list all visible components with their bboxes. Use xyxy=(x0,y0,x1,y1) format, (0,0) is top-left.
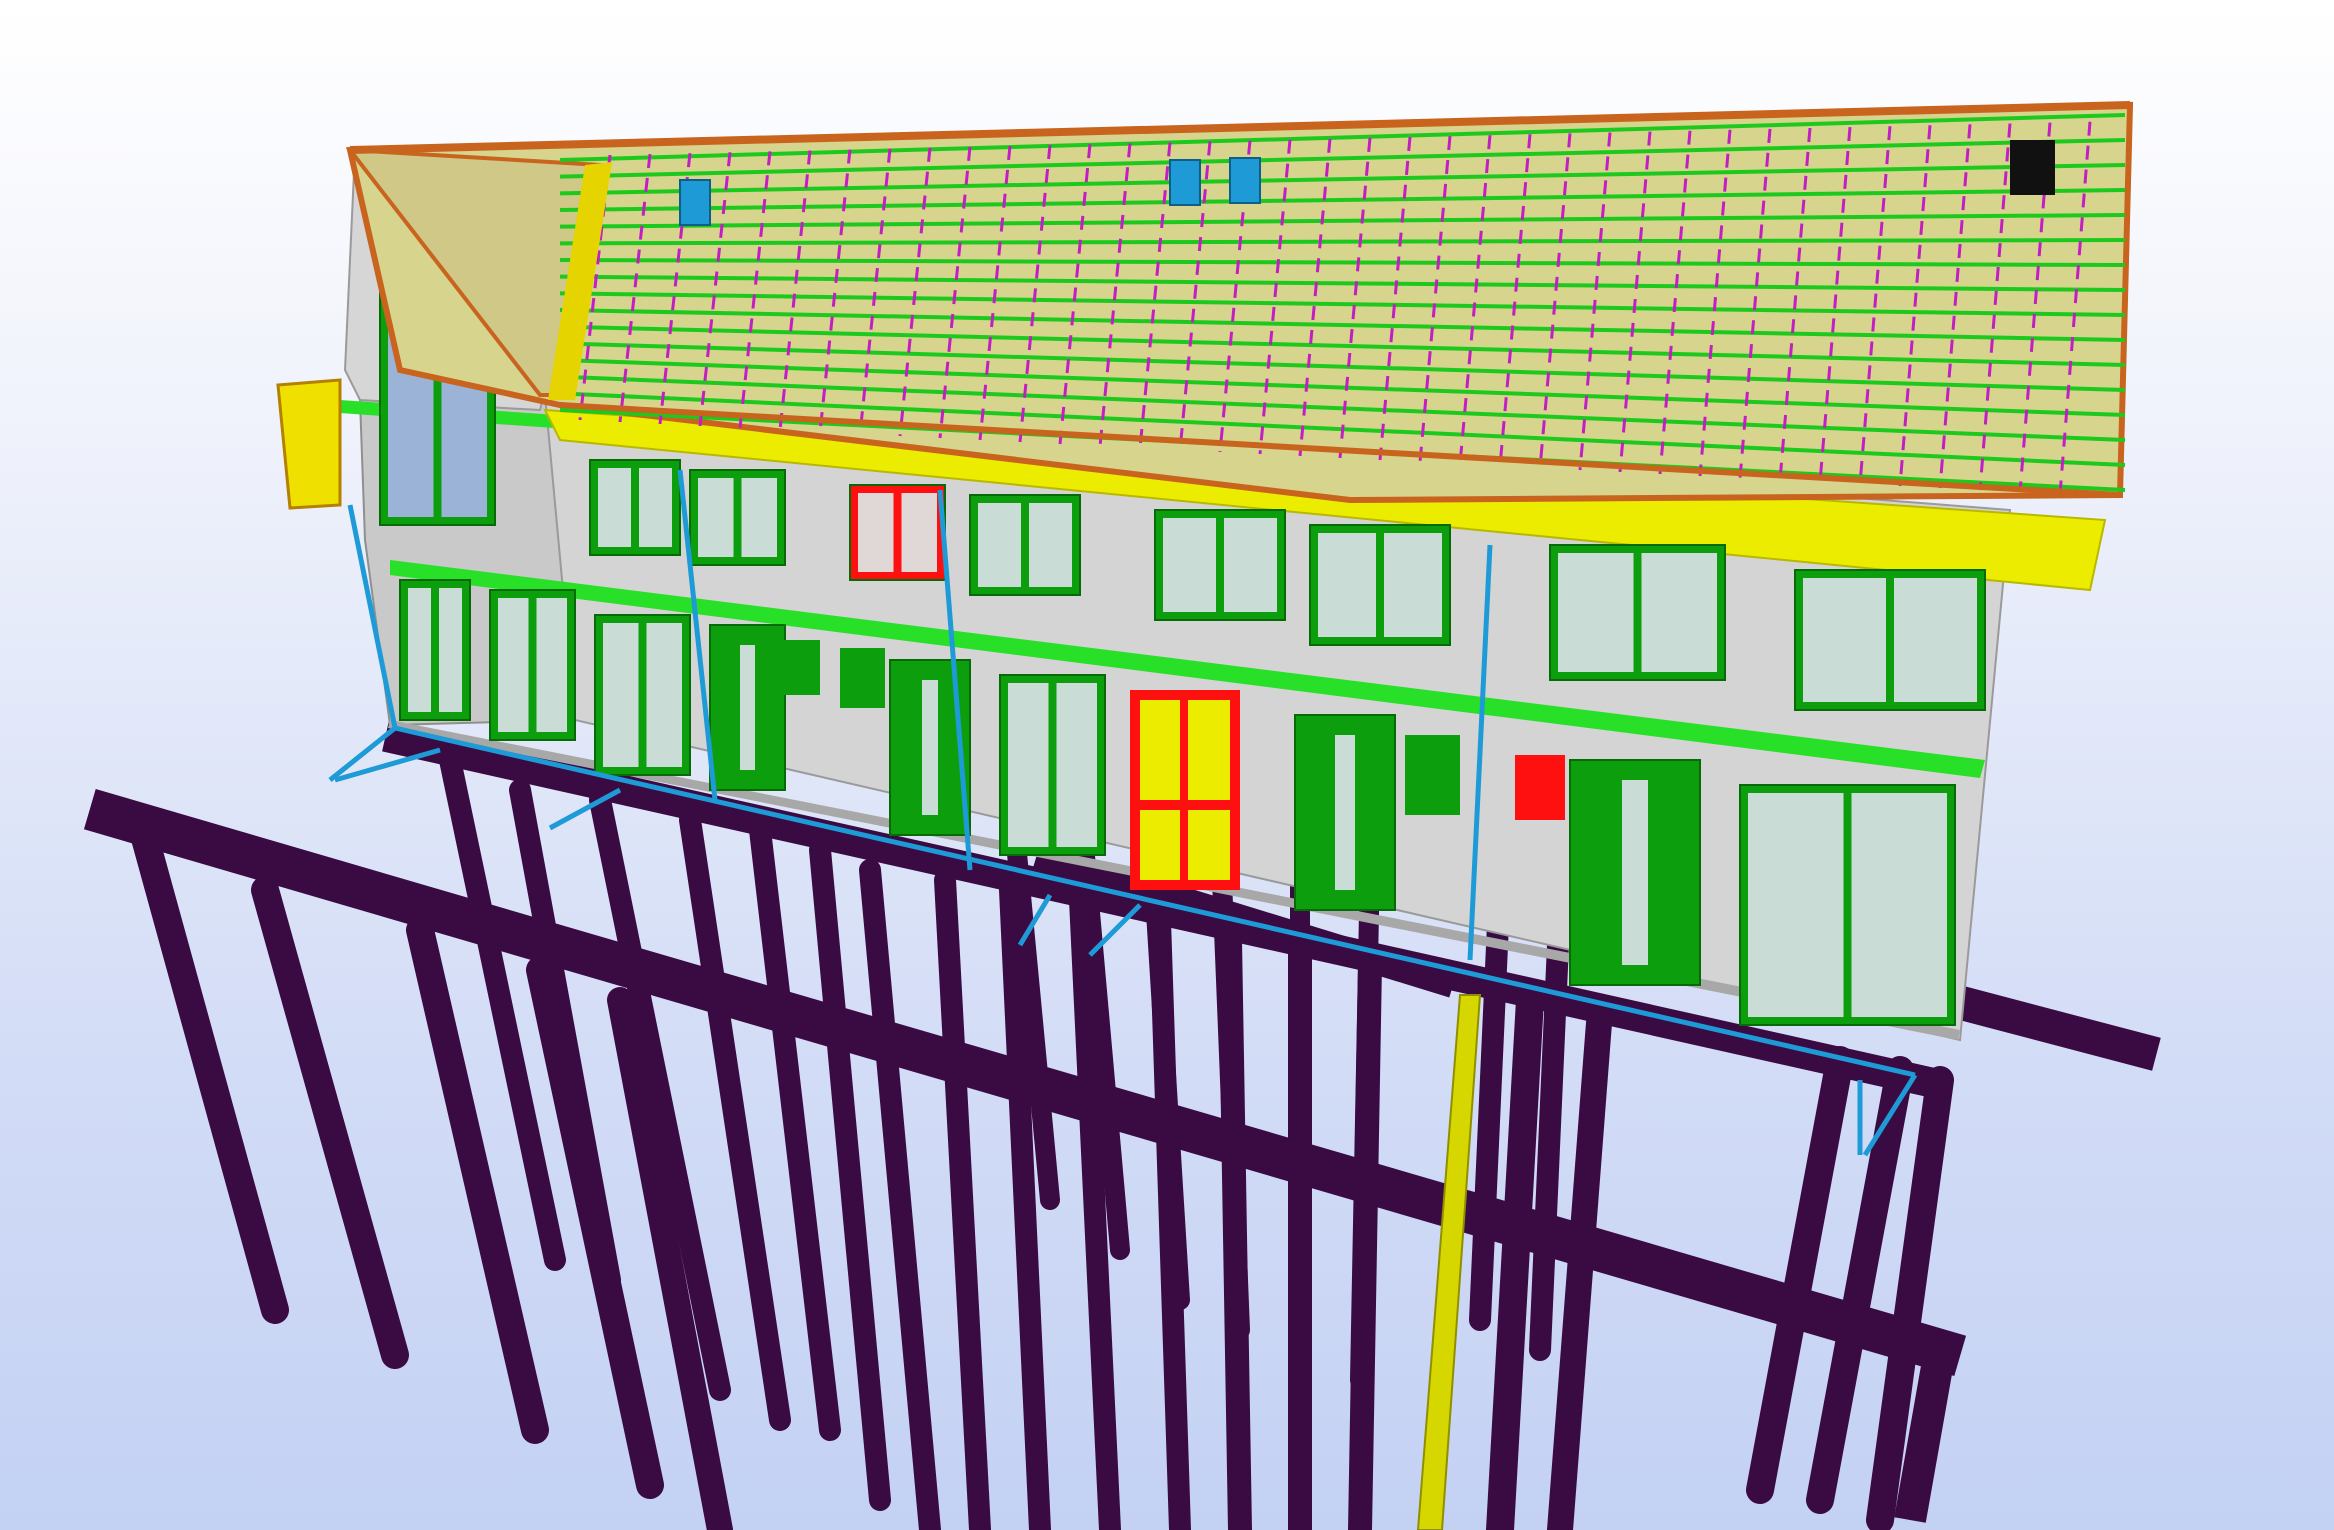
entry-door-panel xyxy=(1188,810,1230,880)
upper-window[interactable] xyxy=(1549,544,1726,681)
ground-door[interactable] xyxy=(1294,714,1396,911)
vent-icon[interactable] xyxy=(1169,159,1201,206)
entry-door-panel xyxy=(1140,700,1180,800)
window-glass xyxy=(603,623,639,767)
foundation-pile[interactable] xyxy=(406,916,549,1444)
foundation-pile[interactable] xyxy=(1529,889,1571,1361)
ground-window[interactable] xyxy=(999,674,1106,856)
window-glass xyxy=(1008,683,1049,847)
small-window[interactable] xyxy=(780,640,820,695)
window-glass xyxy=(598,468,631,547)
window-glass xyxy=(408,588,431,712)
upper-window[interactable] xyxy=(689,469,786,566)
upper-window[interactable] xyxy=(969,494,1081,596)
vent-icon[interactable] xyxy=(1229,157,1261,204)
foundation-pile[interactable] xyxy=(1894,1347,1956,1523)
foundation-pile[interactable] xyxy=(1486,986,1544,1530)
roof-hatch-icon[interactable] xyxy=(2010,140,2055,195)
highlighted-small-window[interactable] xyxy=(1515,755,1565,820)
entry-door-panel xyxy=(1140,810,1180,880)
window-glass xyxy=(1224,518,1277,612)
upper-window[interactable] xyxy=(589,459,681,556)
foundation-beam[interactable] xyxy=(1929,979,2161,1071)
window-glass xyxy=(1056,683,1097,847)
window-glass xyxy=(1748,793,1844,1017)
foundation-pile[interactable] xyxy=(251,876,409,1369)
gable-lower-window[interactable] xyxy=(399,579,471,721)
small-window[interactable] xyxy=(1405,735,1460,815)
ground-window[interactable] xyxy=(594,614,691,776)
gas-riser-pipe[interactable] xyxy=(1416,994,1482,1530)
window-glass xyxy=(1894,578,1977,702)
window-glass xyxy=(536,598,567,732)
highlighted-entry-door[interactable] xyxy=(1130,690,1240,890)
entry-door-panel xyxy=(1188,700,1230,800)
ground-door[interactable] xyxy=(709,624,786,791)
small-window[interactable] xyxy=(840,648,885,708)
door-glass xyxy=(922,680,938,815)
door-glass xyxy=(740,645,755,770)
window-glass xyxy=(858,493,894,572)
upper-window[interactable] xyxy=(1154,509,1286,621)
gable-overhang-box[interactable] xyxy=(276,378,342,510)
gable-lower-window[interactable] xyxy=(489,589,576,741)
window-glass xyxy=(741,478,777,557)
3d-model-viewport[interactable] xyxy=(0,0,2334,1530)
upper-window[interactable] xyxy=(1794,569,1986,711)
window-glass xyxy=(439,588,462,712)
window-glass xyxy=(1851,793,1947,1017)
ground-window[interactable] xyxy=(1739,784,1956,1026)
window-glass xyxy=(1163,518,1216,612)
window-glass xyxy=(978,503,1021,587)
foundation-pile[interactable] xyxy=(1350,850,1380,1390)
window-glass xyxy=(1029,503,1072,587)
window-glass xyxy=(1641,553,1717,672)
window-glass xyxy=(498,598,529,732)
window-glass xyxy=(646,623,682,767)
door-glass xyxy=(1622,780,1648,965)
window-glass xyxy=(1318,533,1376,637)
window-glass xyxy=(639,468,672,547)
ground-door[interactable] xyxy=(1569,759,1701,986)
foundation-pile[interactable] xyxy=(934,869,991,1530)
upper-window-highlight[interactable] xyxy=(849,484,946,581)
window-glass xyxy=(901,493,937,572)
window-glass xyxy=(698,478,734,557)
window-glass xyxy=(1803,578,1886,702)
building-model-render[interactable] xyxy=(0,0,2334,1530)
window-glass xyxy=(1384,533,1442,637)
window-glass xyxy=(1558,553,1634,672)
vent-icon[interactable] xyxy=(679,179,711,226)
door-glass xyxy=(1335,735,1355,890)
upper-window[interactable] xyxy=(1309,524,1451,646)
